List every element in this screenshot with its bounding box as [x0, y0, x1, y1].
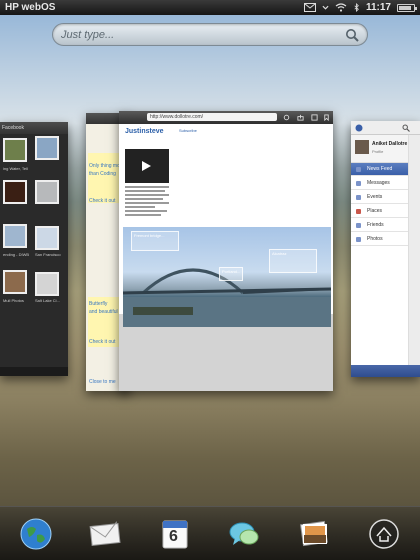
- menu-item-label: Messages: [367, 180, 390, 186]
- photo-thumbnail[interactable]: [3, 138, 27, 162]
- search-input[interactable]: [61, 27, 331, 43]
- photos-card-header: Facebook: [0, 122, 68, 134]
- mail-icon[interactable]: [303, 3, 316, 12]
- photo-caption: ending - DIWB: [3, 252, 30, 257]
- photos-icon[interactable]: [297, 517, 331, 551]
- browser-card[interactable]: http://www.dollotre.com/ Justinsteve Sub…: [119, 111, 333, 391]
- menu-item-label: Photos: [367, 236, 383, 242]
- events-icon: [356, 195, 361, 200]
- photo-thumbnail[interactable]: [35, 272, 59, 296]
- messaging-icon[interactable]: [227, 517, 261, 551]
- clock: 11:17: [365, 2, 391, 13]
- status-icons: 11:17: [303, 0, 417, 15]
- photos-app-card[interactable]: Facebook ing Water, Tell ending - DIWB S…: [0, 122, 68, 376]
- photo-caption: San Francisco: [35, 252, 61, 257]
- facebook-icon: [355, 124, 363, 132]
- friends-icon: [356, 223, 361, 228]
- photo-caption: ing Water, Tell: [3, 166, 28, 171]
- email-icon[interactable]: [88, 517, 122, 551]
- menu-item-label: News Feed: [367, 166, 393, 172]
- quick-launch-dock: 6: [0, 506, 420, 560]
- url-field[interactable]: http://www.dollotre.com/: [147, 113, 277, 121]
- profile-subtitle: Profile: [372, 149, 384, 154]
- menu-item-label: Friends: [367, 222, 384, 228]
- bridge-photo[interactable]: Fremont bridge... Alcatraz Portland...: [123, 227, 331, 327]
- facebook-header: [351, 121, 420, 135]
- photo-note[interactable]: Fremont bridge...: [131, 231, 179, 251]
- profile-name: Aniket Dallotre: [372, 141, 408, 147]
- messages-icon: [356, 181, 361, 186]
- photo-thumbnail[interactable]: [35, 180, 59, 204]
- photo-caption: Mull Photos: [3, 298, 24, 303]
- bookmark-icon[interactable]: [323, 114, 330, 121]
- calendar-icon[interactable]: 6: [158, 517, 192, 551]
- photo-thumbnail[interactable]: [35, 226, 59, 250]
- battery-icon: [397, 3, 417, 12]
- feed-preview-strip: [408, 135, 420, 365]
- status-bar: HP webOS 11:17: [0, 0, 420, 15]
- new-card-icon[interactable]: [311, 114, 318, 121]
- search-icon[interactable]: [345, 28, 359, 42]
- video-player[interactable]: [125, 149, 169, 183]
- menu-item-label: Places: [367, 208, 383, 214]
- share-icon[interactable]: [297, 114, 304, 121]
- avatar: [355, 140, 369, 154]
- reload-icon[interactable]: [283, 114, 290, 121]
- blog-title[interactable]: Justinsteve: [125, 128, 164, 135]
- launcher-icon[interactable]: [367, 517, 401, 551]
- browser-toolbar: http://www.dollotre.com/: [119, 111, 333, 124]
- photo-caption: Salt Lake Ci...: [35, 298, 60, 303]
- photo-note[interactable]: Alcatraz: [269, 249, 317, 273]
- blog-nav-link[interactable]: Subscribe: [179, 128, 197, 133]
- search-icon[interactable]: [402, 124, 410, 132]
- photo-note[interactable]: Portland...: [219, 267, 243, 281]
- photo-thumbnail[interactable]: [35, 136, 59, 160]
- facebook-toolbar: [351, 365, 420, 377]
- web-page[interactable]: Justinsteve Subscribe Fremont bridge... …: [119, 124, 333, 327]
- chevron-down-icon[interactable]: [322, 3, 329, 12]
- wifi-icon: [335, 3, 347, 12]
- calendar-day: 6: [169, 528, 178, 545]
- globe-icon[interactable]: [19, 517, 53, 551]
- news-feed-icon: [356, 167, 361, 172]
- photos-icon: [356, 237, 361, 242]
- universal-search[interactable]: [52, 23, 368, 46]
- blog-body-text: [125, 186, 171, 218]
- bluetooth-icon: [354, 3, 359, 12]
- facebook-app-card[interactable]: Aniket Dallotre Profile News Feed Messag…: [351, 121, 420, 377]
- carrier-label: HP webOS: [5, 2, 56, 13]
- photo-thumbnail[interactable]: [3, 180, 27, 204]
- play-icon[interactable]: [142, 161, 151, 171]
- photo-thumbnail[interactable]: [3, 270, 27, 294]
- menu-item-label: Events: [367, 194, 383, 200]
- places-icon: [356, 209, 361, 214]
- photos-card-footer: [0, 367, 68, 376]
- photo-thumbnail[interactable]: [3, 224, 27, 248]
